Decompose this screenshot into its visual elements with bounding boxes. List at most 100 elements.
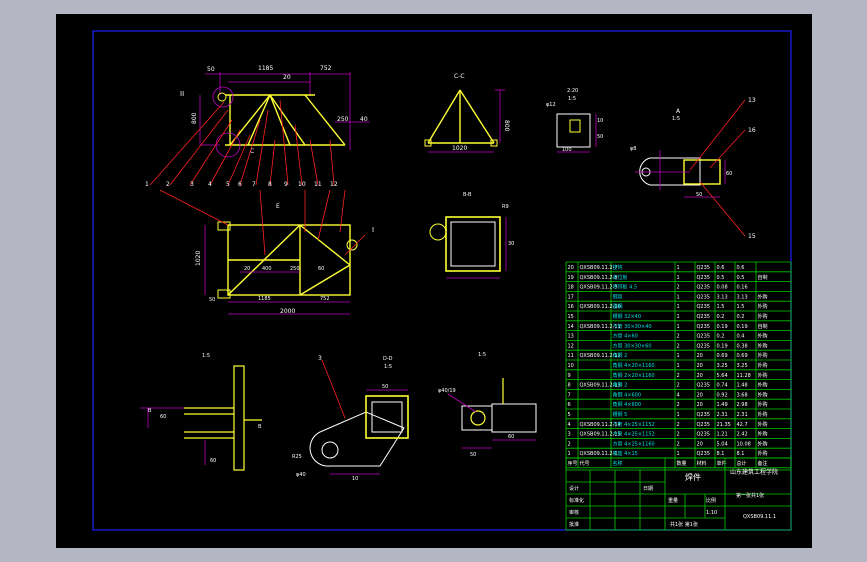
bom-cell: 5.64 (717, 373, 728, 379)
bom-cell: Q235 (697, 265, 710, 271)
title-scale-label: 比例 (706, 497, 716, 504)
bom-cell: 角钢 2 (613, 382, 628, 389)
bom-cell: 2 (677, 343, 680, 349)
bom-cell: 0.2 (717, 334, 725, 340)
bom-cell: 3.25 (717, 363, 728, 369)
bom-cell: 方管 4×25×1152 (613, 421, 655, 428)
bom-cell: 0.5 (737, 275, 745, 281)
front-dim-left-50: 50 (207, 66, 215, 73)
bom-cell: 角钢 4×600 (613, 401, 642, 408)
bom-cell: 外购 (758, 440, 768, 447)
detail-a-scale: 1:5 (672, 116, 680, 122)
bom-cell: 槽钢 5 (613, 411, 628, 418)
section-dd-scale: 1:5 (384, 364, 392, 370)
bom-cell: 42.7 (737, 422, 748, 428)
bom-cell: 1 (677, 314, 680, 320)
bom-cell: 9 (568, 373, 571, 379)
front-leader-11: 11 (314, 181, 322, 188)
bom-cell: 20 (697, 363, 703, 369)
title-approve: 批准 (569, 521, 579, 528)
front-dim-mid-20: 20 (283, 74, 291, 81)
section-dd-title: D-D (383, 356, 393, 362)
bom-cell: 角钢 2×20×1160 (613, 372, 655, 379)
bom-cell: 外购 (758, 313, 768, 320)
bom-cell: 0.08 (717, 285, 728, 291)
section-cc-height-dim: 800 (503, 120, 510, 132)
bom-cell: 外购 (758, 421, 768, 428)
bom-cell: 2 (677, 441, 680, 447)
bom-cell: 钢管 (613, 293, 623, 300)
bom-cell: 20 (697, 441, 703, 447)
bom-cell: Q235 (697, 334, 710, 340)
detail-small-dim-b: 100 (562, 147, 572, 153)
front-callout-ii: II (180, 90, 184, 98)
section-dd-dim-r25: R25 (292, 454, 302, 460)
bom-cell: 0.69 (717, 353, 728, 359)
bom-cell: 2.31 (737, 412, 748, 418)
bom-cell: 1.5 (737, 304, 745, 310)
section-bb-dim-30: 30 (508, 241, 514, 247)
bom-cell: 1.49 (717, 402, 728, 408)
bom-cell: 3.13 (737, 294, 748, 300)
bom-cell: 8 (568, 383, 571, 389)
bom-cell: 角钢 4×600 (613, 391, 642, 398)
bom-cell: 0.38 (737, 343, 748, 349)
bom-cell: 0.19 (717, 343, 728, 349)
bom-cell: 角钢 2 (613, 352, 628, 359)
bom-header-cell: 材料 (697, 460, 707, 467)
bom-cell: 1 (677, 265, 680, 271)
title-part-name: 焊件 (685, 472, 701, 482)
detail-small-scale-bot: 1:5 (568, 96, 576, 102)
bom-header-cell: 序号 (568, 460, 578, 467)
bom-cell: 自制 (758, 323, 768, 330)
bom-cell: 2.98 (737, 402, 748, 408)
bom-cell: 0.69 (737, 353, 748, 359)
front-dim-top-1185: 1185 (258, 65, 273, 72)
bom-cell: 3 (568, 432, 571, 438)
bom-cell: 5.04 (717, 441, 728, 447)
bom-cell: Q235 (697, 285, 710, 291)
bom-cell: 2 (677, 432, 680, 438)
bom-cell: 21.35 (717, 422, 731, 428)
bom-cell: 角钢 4×20×1160 (613, 362, 655, 369)
bom-cell: 2 (677, 402, 680, 408)
front-leader-2: 2 (166, 181, 170, 188)
bom-cell: 2 (568, 441, 571, 447)
detail-a-dim-60: 60 (726, 171, 732, 177)
detail-b-dim-50: 50 (470, 452, 476, 458)
front-dim-left-800: 800 (191, 112, 198, 124)
title-designer: 设计 (569, 485, 579, 492)
bom-cell: 5 (568, 412, 571, 418)
section-a-label-1: B (148, 408, 152, 414)
bom-cell: 4 (677, 392, 680, 398)
bom-cell: 18 (568, 285, 574, 291)
detail-b-dim-60: 60 (508, 434, 514, 440)
title-date: 日期 (643, 486, 653, 492)
bom-cell: 0.92 (717, 392, 728, 398)
bom-cell: 20 (697, 373, 703, 379)
section-a-dim-2: 60 (210, 458, 216, 464)
bom-cell: 1 (677, 304, 680, 310)
section-cc-title: C-C (454, 73, 465, 80)
bom-header-cell: 备注 (758, 460, 768, 467)
bom-cell: 外购 (758, 342, 768, 349)
bom-cell: 外购 (758, 382, 768, 389)
bom-cell: Q235 (697, 324, 710, 330)
section-a-dim-1: 60 (160, 414, 166, 420)
bom-cell: 方管 4×60 (613, 333, 638, 340)
bom-cell: 外购 (758, 372, 768, 379)
bom-cell: 0.2 (737, 314, 745, 320)
bom-cell: 1 (677, 275, 680, 281)
title-company: 山东建筑工程学院 (730, 468, 778, 476)
bom-cell: 方管 4×25×1152 (613, 431, 655, 438)
front-leader-8: 8 (268, 181, 272, 188)
front-dim-right-40: 40 (360, 116, 368, 123)
bom-cell: 0.6 (717, 265, 725, 271)
bom-cell: Q235 (697, 451, 710, 457)
section-a-label-2: B (258, 424, 262, 430)
bom-cell: 圆钢 (613, 303, 623, 310)
bom-cell: 3.25 (737, 363, 748, 369)
title-qty: 共1张 第1张 (670, 521, 698, 528)
bom-cell: 1 (677, 324, 680, 330)
bom-cell: 3.13 (717, 294, 728, 300)
